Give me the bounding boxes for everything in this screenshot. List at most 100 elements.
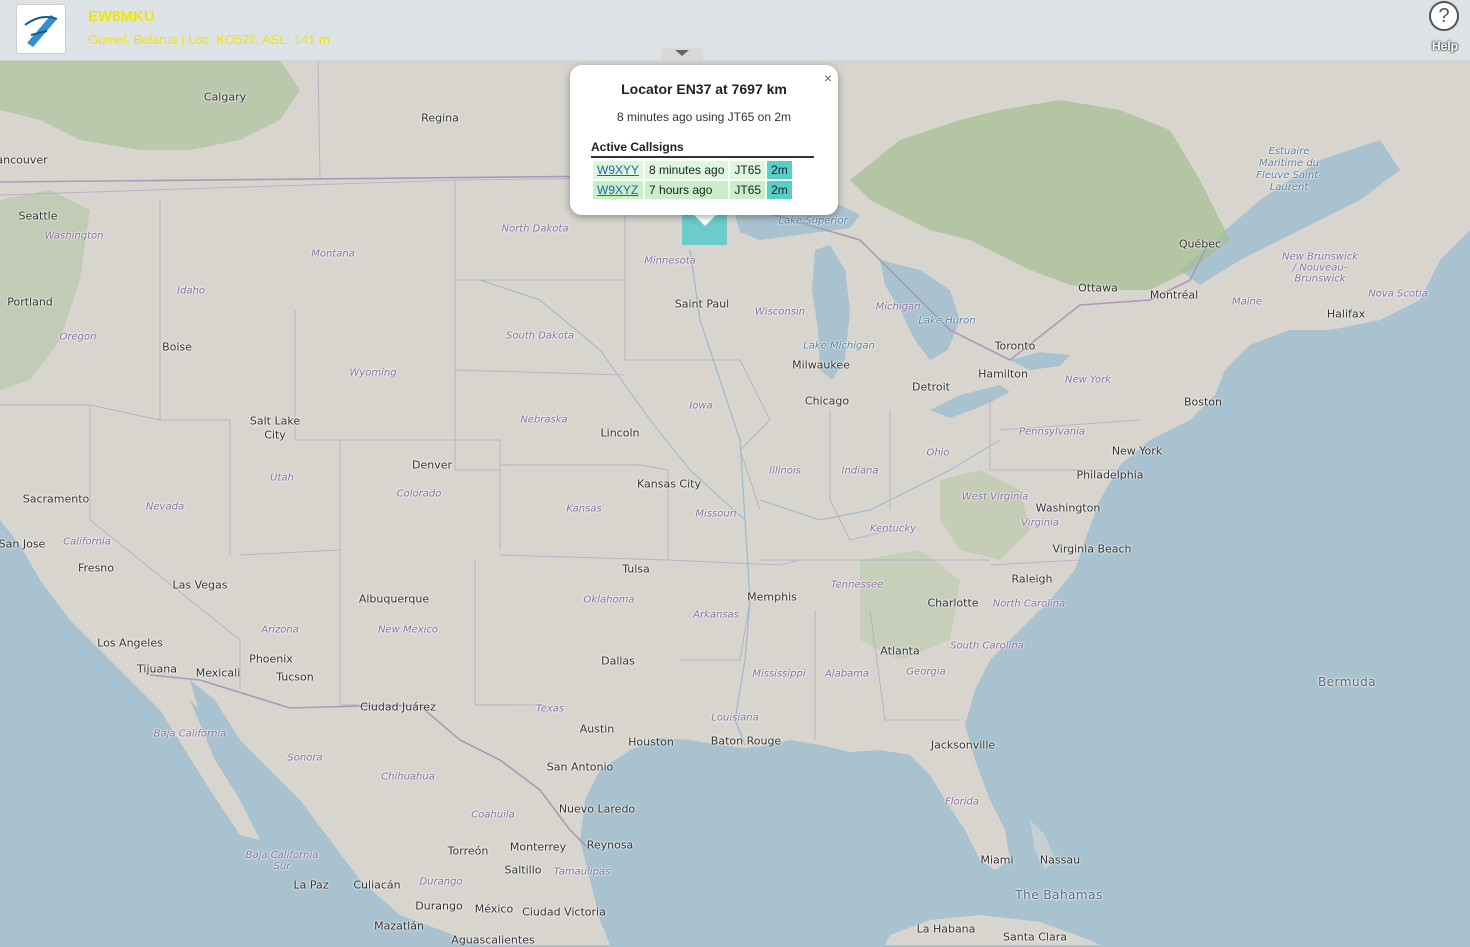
top-header-bar: EW8MKU Gomel, Belarus | Loc: KO52ll, ASL…	[0, 0, 1470, 61]
help-label: Help	[1431, 39, 1458, 53]
region-label: Oklahoma	[583, 594, 635, 606]
question-mark-icon: ?	[1429, 1, 1459, 31]
region-label: Chihuahua	[381, 771, 435, 783]
city-label: Ciudad Victoria	[522, 905, 606, 919]
region-label: Michigan	[875, 301, 921, 313]
region-label: Coahuila	[471, 809, 515, 821]
city-label: City	[264, 428, 286, 442]
region-label: Kentucky	[869, 523, 917, 535]
region-label: Iowa	[689, 400, 713, 412]
region-label: Durango	[419, 876, 463, 888]
region-label: Tennessee	[830, 579, 884, 591]
city-label: Tijuana	[137, 662, 177, 676]
callsign-link[interactable]: W9XYY	[597, 163, 639, 177]
region-label: Pennsylvania	[1018, 426, 1086, 438]
city-label: Nuevo Laredo	[558, 802, 636, 816]
city-label: Raleigh	[1011, 572, 1053, 586]
city-label: Boise	[162, 340, 192, 354]
band-cell: 2m	[767, 181, 792, 199]
city-label: Tulsa	[622, 562, 650, 576]
region-label: South Dakota	[505, 330, 575, 342]
water-label: Lake Superior	[778, 215, 848, 227]
city-label: Santa Clara	[1003, 930, 1067, 944]
region-label: Minnesota	[644, 255, 696, 267]
city-label: La Habana	[916, 922, 976, 936]
popup-subtitle: 8 minutes ago using JT65 on 2m	[616, 110, 792, 124]
water-label: Lake Huron	[918, 315, 976, 327]
city-label: Miami	[980, 853, 1014, 867]
region-label: Nevada	[145, 501, 185, 513]
active-callsigns-heading: Active Callsigns	[591, 140, 684, 154]
city-label: Lincoln	[600, 426, 640, 440]
locator-popup: × Locator EN37 at 7697 km 8 minutes ago …	[570, 65, 838, 215]
collapse-header-toggle[interactable]	[661, 48, 703, 60]
region-label: Idaho	[177, 285, 205, 297]
region-label: New York	[1064, 374, 1112, 386]
city-label: Calgary	[203, 90, 247, 104]
city-label: Houston	[628, 735, 674, 749]
city-label: Dallas	[601, 654, 635, 668]
city-label: Mexicali	[195, 666, 241, 680]
city-label: Saint Paul	[674, 297, 730, 311]
city-label: Ottawa	[1078, 281, 1118, 295]
chevron-down-icon	[675, 50, 689, 56]
callsign-cell: W9XYZ	[593, 181, 644, 199]
popup-tip	[693, 214, 717, 226]
city-label: Detroit	[912, 380, 950, 394]
station-info: Gomel, Belarus | Loc: KO52ll, ASL: 141 m	[88, 32, 330, 47]
station-callsign: EW8MKU	[88, 8, 155, 25]
region-label: Ohio	[926, 447, 950, 459]
region-label: Nebraska	[520, 414, 568, 426]
region-label: California	[63, 536, 111, 548]
callsign-link[interactable]: W9XYZ	[597, 183, 638, 197]
city-label: Saltillo	[504, 863, 542, 877]
island-label: The Bahamas	[1015, 888, 1103, 902]
city-label: Milwaukee	[792, 358, 850, 372]
region-label: Colorado	[396, 488, 442, 500]
city-label: Phoenix	[249, 652, 293, 666]
city-label: Torreón	[447, 844, 489, 858]
city-label: Los Angeles	[97, 636, 163, 650]
city-label: Nassau	[1039, 853, 1081, 867]
region-label: Georgia	[906, 666, 946, 678]
city-label: La Paz	[293, 878, 329, 892]
region-label: South Carolina	[950, 640, 1024, 652]
popup-title: Locator EN37 at 7697 km	[621, 81, 787, 97]
city-label: Halifax	[1326, 307, 1366, 321]
region-label: Illinois	[769, 465, 801, 477]
region-label: New Brunswick / Nouveau-Brunswick	[1281, 251, 1359, 285]
time-cell: 7 hours ago	[645, 181, 729, 199]
city-label: ancouver	[0, 153, 48, 167]
city-label: Chicago	[804, 394, 850, 408]
city-label: Seattle	[18, 209, 58, 223]
city-label: Charlotte	[927, 596, 979, 610]
city-label: Austin	[579, 722, 615, 736]
region-label: North Carolina	[992, 598, 1066, 610]
city-label: Atlanta	[880, 644, 920, 658]
city-label: Reynosa	[586, 838, 634, 852]
island-label: Bermuda	[1317, 675, 1377, 689]
city-label: Kansas City	[637, 477, 701, 491]
region-label: North Dakota	[501, 223, 569, 235]
region-label: Texas	[535, 703, 565, 715]
city-label: Tucson	[276, 670, 314, 684]
region-label: Nova Scotia	[1368, 288, 1428, 300]
region-label: Alabama	[824, 668, 870, 680]
region-label: Louisiana	[711, 712, 759, 724]
city-label: New York	[1111, 444, 1163, 458]
city-label: San Jose	[0, 537, 46, 551]
city-label: Fresno	[77, 561, 115, 575]
city-label: Jacksonville	[930, 738, 996, 752]
city-label: Virginia Beach	[1052, 542, 1132, 556]
region-label: Wyoming	[349, 367, 397, 379]
region-label: Oregon	[59, 331, 97, 343]
city-label: San Antonio	[546, 760, 614, 774]
region-label: Baja California Sur	[245, 850, 319, 872]
city-label: Boston	[1183, 395, 1223, 409]
city-label: Memphis	[747, 590, 797, 604]
region-label: Montana	[311, 248, 355, 260]
region-label: Arizona	[261, 624, 299, 636]
city-label: México	[474, 902, 514, 916]
app-logo-icon[interactable]	[16, 4, 66, 54]
help-button[interactable]: ? Help	[1420, 0, 1470, 60]
